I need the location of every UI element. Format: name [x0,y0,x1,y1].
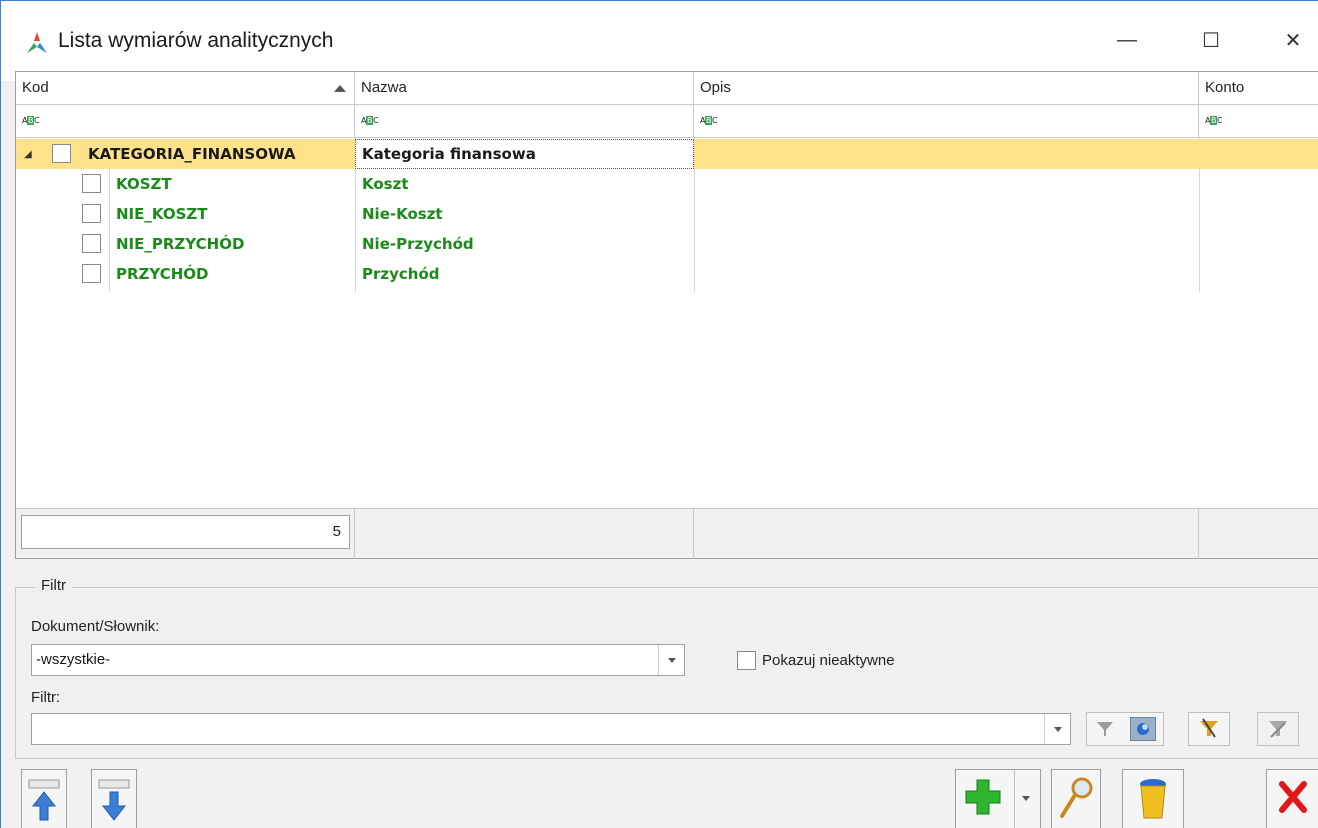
filter-cell-kod[interactable]: ABC [16,105,355,138]
dimensions-grid: Kod Nazwa Opis Konto ABC ABC ABC ABC ◢ K… [15,71,1318,559]
table-row[interactable]: NIE_KOSZT Nie-Koszt [16,199,1318,229]
close-icon: ✕ [1284,29,1302,52]
move-up-icon [28,779,60,821]
footer-cell-kod: 5 [16,509,355,559]
trash-bin-icon [1140,779,1166,819]
dokument-label: Dokument/Słownik: [31,618,160,635]
preview-button[interactable] [1051,769,1101,828]
clear-filter-button[interactable] [1257,712,1299,746]
dokument-select[interactable]: -wszystkie- [31,644,685,676]
move-down-button[interactable] [91,769,137,828]
table-row[interactable]: ◢ KATEGORIA_FINANSOWA Kategoria finansow… [16,139,1318,169]
cell-nazwa: Nie-Przychód [362,235,474,253]
text-filter-icon: ABC [700,116,718,125]
add-button[interactable] [955,769,1041,828]
title-bar: Lista wymiarów analitycznych — ☐ ✕ [1,1,1318,81]
funnel-wand-icon [1200,718,1218,738]
close-window-button[interactable]: ✕ [1273,23,1313,57]
text-filter-icon: ABC [361,116,379,125]
close-button[interactable] [1266,769,1318,828]
advanced-filter-button[interactable] [1188,712,1230,746]
column-header-nazwa[interactable]: Nazwa [355,72,694,105]
app-logo-icon [27,32,47,53]
chevron-down-icon[interactable] [1022,796,1030,801]
funnel-clear-icon [1269,721,1287,738]
chevron-down-icon [667,657,676,663]
row-checkbox[interactable] [82,174,101,193]
filter-cell-opis[interactable]: ABC [694,105,1199,138]
minimize-button[interactable]: — [1107,23,1147,57]
chevron-down-icon [1053,726,1062,732]
filter-toggle-icon [1129,717,1156,741]
move-up-button[interactable] [21,769,67,828]
grid-footer: 5 [16,508,1318,559]
row-checkbox[interactable] [82,204,101,223]
footer-cell-nazwa [355,509,694,559]
text-filter-icon: ABC [22,116,40,125]
tree-collapse-icon[interactable]: ◢ [24,139,32,169]
filtr-input[interactable] [31,713,1071,745]
filter-cell-nazwa[interactable]: ABC [355,105,694,138]
delete-button[interactable] [1122,769,1184,828]
text-filter-icon: ABC [1205,116,1223,125]
row-checkbox[interactable] [82,264,101,283]
maximize-button[interactable]: ☐ [1191,23,1231,57]
filter-cell-konto[interactable]: ABC [1199,105,1318,138]
cell-kod: NIE_PRZYCHÓD [116,235,245,253]
table-row[interactable]: PRZYCHÓD Przychód [16,259,1318,289]
show-inactive-label: Pokazuj nieaktywne [762,652,895,669]
row-count: 5 [21,515,350,549]
funnel-icon [1096,722,1113,736]
minimize-icon: — [1117,28,1137,51]
table-row[interactable]: NIE_PRZYCHÓD Nie-Przychód [16,229,1318,259]
window-title: Lista wymiarów analitycznych [58,29,334,52]
column-header-kod[interactable]: Kod [16,72,355,105]
red-x-icon [1279,781,1307,813]
move-down-icon [98,779,130,821]
column-header-opis[interactable]: Opis [694,72,1199,105]
show-inactive-checkbox[interactable] [737,651,756,670]
maximize-icon: ☐ [1202,29,1220,52]
filtr-label: Filtr: [31,689,61,706]
dropdown-arrow-button[interactable] [658,645,684,675]
table-row[interactable]: KOSZT Koszt [16,169,1318,199]
apply-filter-button[interactable] [1086,712,1164,746]
cell-kod: KATEGORIA_FINANSOWA [88,145,296,163]
main-window: Lista wymiarów analitycznych — ☐ ✕ Kod N… [0,0,1318,828]
footer-cell-opis [694,509,1199,559]
dropdown-arrow-button[interactable] [1044,714,1070,744]
cell-kod: KOSZT [116,175,172,193]
cell-nazwa-focused[interactable]: Kategoria finansowa [355,139,694,169]
column-header-konto[interactable]: Konto [1199,72,1318,105]
row-checkbox[interactable] [52,144,71,163]
magnifier-icon [1060,777,1093,818]
cell-nazwa: Koszt [362,175,409,193]
footer-cell-konto [1199,509,1318,559]
add-plus-icon [965,779,1001,815]
cell-kod: PRZYCHÓD [116,265,209,283]
cell-kod: NIE_KOSZT [116,205,208,223]
cell-nazwa: Przychód [362,265,440,283]
cell-nazwa: Nie-Koszt [362,205,443,223]
row-checkbox[interactable] [82,234,101,253]
sort-ascending-icon [334,85,346,92]
filter-group-legend: Filtr [35,577,72,594]
